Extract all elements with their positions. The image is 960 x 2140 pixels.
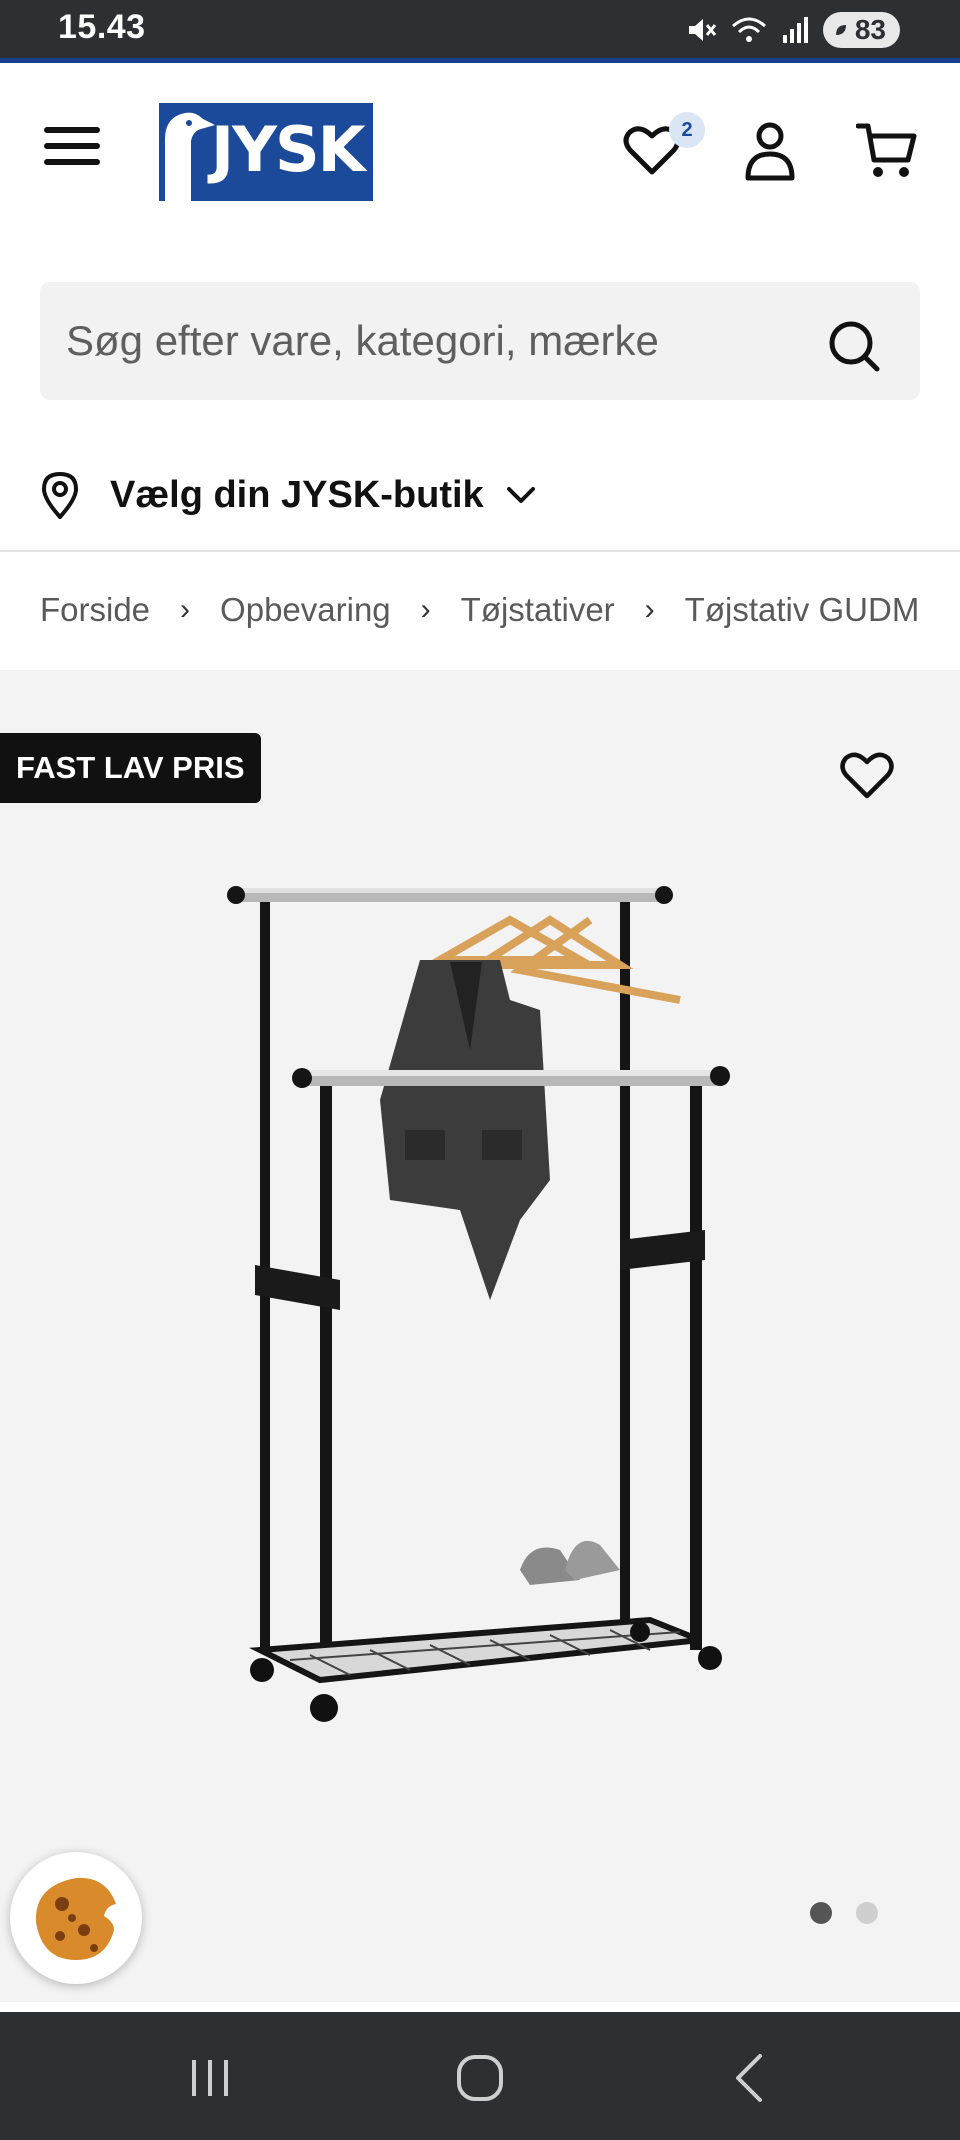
hamburger-menu-button[interactable] bbox=[44, 127, 100, 175]
breadcrumb-item-home[interactable]: Forside bbox=[40, 591, 150, 629]
logo-text: JYSK bbox=[211, 113, 366, 186]
search-icon[interactable] bbox=[826, 318, 882, 374]
carousel-dot-active[interactable] bbox=[810, 1902, 832, 1924]
price-badge: FAST LAV PRIS bbox=[0, 733, 261, 803]
breadcrumb-item-clothes-racks[interactable]: Tøjstativer bbox=[461, 591, 615, 629]
bird-icon bbox=[165, 112, 215, 201]
battery-saver-icon bbox=[835, 25, 846, 35]
status-icons: 83 bbox=[685, 10, 900, 50]
site-header: JYSK 2 bbox=[0, 63, 960, 243]
store-selector[interactable]: Vælg din JYSK-butik bbox=[40, 460, 536, 530]
store-selector-label: Vælg din JYSK-butik bbox=[110, 473, 484, 516]
mute-icon bbox=[688, 19, 717, 41]
breadcrumb-item-storage[interactable]: Opbevaring bbox=[220, 591, 391, 629]
status-time: 15.43 bbox=[58, 8, 146, 46]
chevron-right-icon: › bbox=[644, 593, 655, 626]
status-bar: 15.43 83 bbox=[0, 0, 960, 60]
back-icon[interactable] bbox=[720, 2050, 780, 2106]
carousel-dot[interactable] bbox=[856, 1902, 878, 1924]
favorite-heart-icon[interactable] bbox=[838, 748, 896, 802]
battery-level: 83 bbox=[854, 14, 886, 45]
wishlist-count-badge: 2 bbox=[669, 112, 705, 148]
account-icon[interactable] bbox=[738, 118, 802, 182]
chevron-down-icon bbox=[506, 487, 535, 503]
jysk-logo[interactable]: JYSK bbox=[159, 103, 373, 201]
product-gallery[interactable]: FAST LAV PRIS bbox=[0, 670, 960, 2002]
breadcrumb-item-current: Tøjstativ GUDME dobbelt bbox=[684, 591, 920, 628]
chevron-right-icon: › bbox=[420, 593, 431, 626]
system-nav-bar bbox=[0, 2012, 960, 2140]
product-image[interactable] bbox=[220, 880, 760, 1750]
carousel-indicator bbox=[810, 1902, 878, 1924]
home-icon[interactable] bbox=[450, 2050, 510, 2106]
location-pin-icon bbox=[41, 471, 79, 519]
cookie-settings-button[interactable] bbox=[10, 1852, 142, 1984]
chevron-right-icon: › bbox=[180, 593, 191, 626]
wifi-icon bbox=[731, 17, 766, 42]
cookie-icon bbox=[35, 1877, 116, 1960]
breadcrumb: Forside › Opbevaring › Tøjstativer › Tøj… bbox=[40, 580, 920, 640]
cart-icon[interactable] bbox=[856, 118, 920, 182]
signal-icon bbox=[782, 17, 808, 43]
divider bbox=[0, 550, 960, 552]
search-input[interactable] bbox=[64, 282, 824, 400]
recent-apps-icon[interactable] bbox=[180, 2050, 240, 2106]
search-bar bbox=[40, 282, 920, 400]
battery-indicator: 83 bbox=[822, 12, 900, 48]
